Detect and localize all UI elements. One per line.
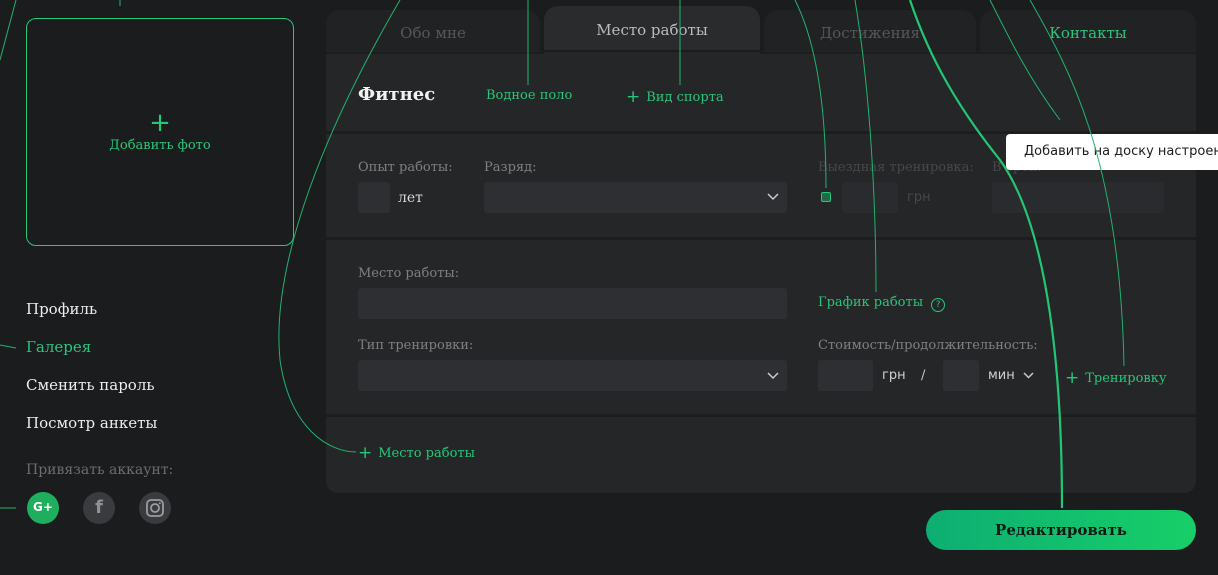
training-type-label: Тип тренировки:	[358, 338, 474, 353]
experience-input[interactable]	[358, 182, 390, 213]
plus-icon: +	[358, 443, 373, 463]
rank-select[interactable]	[484, 182, 787, 213]
add-training-label: Тренировку	[1085, 371, 1167, 386]
duration-unit-select[interactable]: мин	[988, 368, 1034, 383]
sport-title: Фитнес	[358, 84, 436, 105]
tab-workplace[interactable]: Место работы	[544, 6, 760, 50]
tab-underline	[326, 52, 544, 54]
tab-about[interactable]: Обо мне	[326, 10, 540, 54]
instagram-button[interactable]	[139, 492, 171, 524]
cost-duration-label: Стоимость/продолжительность:	[818, 338, 1038, 353]
plus-icon: +	[149, 108, 171, 138]
cost-input[interactable]	[818, 360, 873, 391]
facebook-icon: f	[95, 497, 103, 518]
experience-unit: лет	[398, 190, 423, 206]
outdoor-training-label: Выездная тренировка:	[818, 160, 974, 175]
outdoor-price-input[interactable]	[842, 182, 898, 213]
tab-contacts[interactable]: Контакты	[980, 10, 1196, 54]
menu-item-change-password[interactable]: Сменить пароль	[26, 376, 155, 394]
section-divider	[326, 414, 1196, 417]
duration-input[interactable]	[943, 360, 979, 391]
google-plus-button[interactable]: G+	[27, 492, 59, 524]
edit-button[interactable]: Редактировать	[926, 510, 1196, 550]
training-type-select[interactable]	[358, 360, 787, 391]
workplace-input[interactable]	[358, 288, 787, 319]
tab-achievements[interactable]: Достижения	[764, 10, 976, 54]
menu-item-view-profile[interactable]: Посмотр анкеты	[26, 414, 157, 432]
help-icon[interactable]: ?	[931, 298, 946, 312]
sub-sport-link[interactable]: Водное поло	[486, 88, 572, 103]
duration-unit: мин	[988, 368, 1015, 383]
cost-unit: грн	[882, 368, 906, 383]
mood-board-tooltip: Добавить на доску настроения	[1006, 134, 1218, 170]
rank-label: Разряд:	[484, 160, 537, 175]
add-workplace-button[interactable]: + Место работы	[358, 442, 475, 463]
google-plus-icon: G+	[33, 500, 53, 514]
add-photo-label: Добавить фото	[109, 138, 211, 153]
bind-account-label: Привязать аккаунт:	[26, 462, 174, 478]
add-workplace-label: Место работы	[378, 446, 475, 461]
plus-icon: +	[626, 87, 641, 107]
add-training-button[interactable]: + Тренировку	[1065, 367, 1167, 388]
add-photo-box[interactable]: + Добавить фото	[26, 18, 294, 246]
add-sport-label: Вид спорта	[646, 90, 724, 105]
cost-separator: /	[921, 368, 926, 383]
facebook-button[interactable]: f	[83, 492, 115, 524]
plus-icon: +	[1065, 368, 1080, 388]
schedule-label: График работы	[818, 295, 924, 310]
menu-item-gallery[interactable]: Галерея	[26, 338, 91, 356]
chevron-down-icon	[767, 372, 779, 380]
workplace-label: Место работы:	[358, 266, 460, 281]
outdoor-training-checkbox[interactable]	[821, 192, 831, 202]
chevron-down-icon	[767, 193, 779, 201]
experience-label: Опыт работы:	[358, 160, 453, 175]
outdoor-price-unit: грн	[907, 190, 931, 205]
menu-item-profile[interactable]: Профиль	[26, 300, 97, 318]
chevron-down-icon	[1023, 372, 1034, 379]
instagram-icon	[146, 499, 164, 517]
schedule-link[interactable]: График работы ?	[818, 295, 946, 312]
section-divider	[326, 237, 1196, 240]
add-sport-button[interactable]: + Вид спорта	[626, 86, 724, 107]
in-time-input[interactable]	[992, 182, 1164, 213]
tab-underline	[760, 52, 1196, 54]
